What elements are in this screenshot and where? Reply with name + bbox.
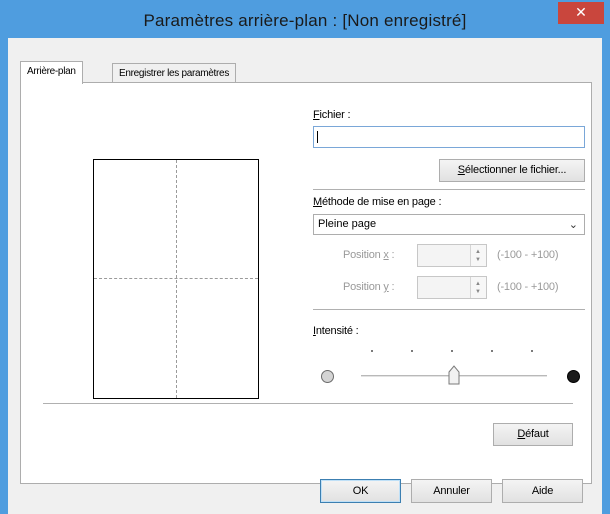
close-button[interactable]: ✕	[558, 2, 604, 24]
chevron-down-icon: ⌄	[568, 219, 578, 231]
slider-tick	[491, 350, 493, 352]
position-y-updown[interactable]: ▲ ▼	[470, 277, 486, 298]
spin-down-icon: ▼	[475, 289, 481, 295]
default-button[interactable]: Défaut	[493, 423, 573, 446]
file-input[interactable]	[313, 126, 585, 148]
position-x-range: (-100 - +100)	[497, 249, 559, 261]
position-y-range: (-100 - +100)	[497, 281, 559, 293]
text-caret	[317, 131, 318, 143]
position-y-label: Position y :	[343, 281, 395, 293]
help-button[interactable]: Aide	[502, 479, 583, 503]
position-y-stepper[interactable]: ▲ ▼	[417, 276, 487, 299]
tab-panel: Fichier : Sélectionner le fichier... Mét…	[20, 82, 592, 484]
intensity-label: Intensité :	[313, 325, 359, 337]
tab-save-settings-label: Enregistrer les paramètres	[119, 68, 230, 79]
cancel-button[interactable]: Annuler	[411, 479, 492, 503]
separator-file	[313, 189, 585, 191]
preview-horizontal-guide	[94, 278, 258, 279]
select-file-button[interactable]: Sélectionner le fichier...	[439, 159, 585, 182]
dialog-window: Paramètres arrière-plan : [Non enregistr…	[0, 0, 610, 514]
position-x-label: Position x :	[343, 249, 395, 261]
slider-tick	[451, 350, 453, 352]
slider-thumb[interactable]	[448, 365, 460, 385]
tab-save-settings[interactable]: Enregistrer les paramètres	[112, 63, 237, 83]
spin-up-icon: ▲	[475, 249, 481, 255]
dark-intensity-icon	[567, 370, 580, 383]
light-intensity-icon	[321, 370, 334, 383]
dialog-title: Paramètres arrière-plan : [Non enregistr…	[143, 11, 467, 30]
tab-background-label: Arrière-plan	[27, 66, 76, 77]
close-icon: ✕	[575, 4, 587, 20]
position-x-updown[interactable]: ▲ ▼	[470, 245, 486, 266]
layout-method-select[interactable]: Pleine page ⌄	[313, 214, 585, 235]
separator-bottom	[43, 403, 573, 405]
page-preview	[93, 159, 259, 399]
spin-down-icon: ▼	[475, 257, 481, 263]
slider-tick	[371, 350, 373, 352]
tab-background[interactable]: Arrière-plan	[20, 61, 83, 84]
position-x-stepper[interactable]: ▲ ▼	[417, 244, 487, 267]
slider-tick	[411, 350, 413, 352]
title-bar[interactable]: Paramètres arrière-plan : [Non enregistr…	[0, 0, 610, 38]
file-label: Fichier :	[313, 109, 351, 121]
preview-vertical-guide	[176, 160, 177, 398]
slider-tick	[531, 350, 533, 352]
layout-method-label: Méthode de mise en page :	[313, 196, 442, 208]
ok-button[interactable]: OK	[320, 479, 401, 503]
layout-method-value: Pleine page	[318, 218, 377, 230]
dialog-client-area: Arrière-plan Enregistrer les paramètres …	[8, 38, 602, 514]
separator-layout	[313, 309, 585, 311]
spin-up-icon: ▲	[475, 281, 481, 287]
